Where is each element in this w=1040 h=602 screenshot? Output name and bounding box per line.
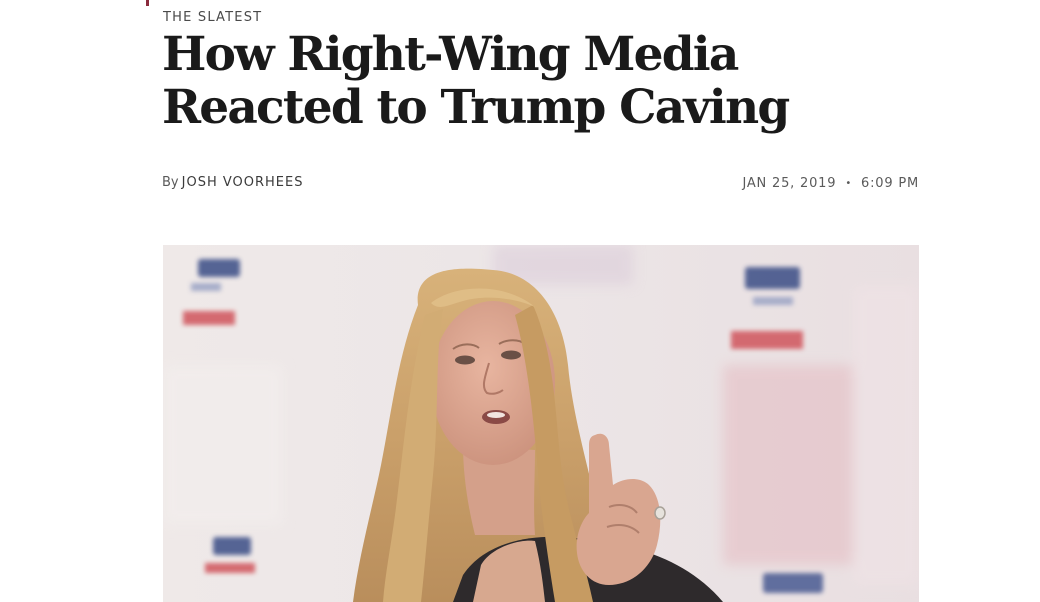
article-page: THE SLATEST How Right-Wing Media Reacted… [0,0,1040,602]
section-accent-bar [146,0,149,6]
byline: By JOSH VOORHEES [162,175,303,190]
section-kicker-link[interactable]: THE SLATEST [163,10,262,25]
article-headline: How Right-Wing Media Reacted to Trump Ca… [162,27,790,135]
publish-dateline: JAN 25, 2019 • 6:09 PM [742,176,919,191]
publish-date: JAN 25, 2019 [742,176,837,191]
lead-image[interactable] [163,245,919,602]
dateline-separator: • [845,178,853,189]
author-link[interactable]: JOSH VOORHEES [182,175,304,190]
byline-prefix: By [162,175,179,190]
publish-time: 6:09 PM [861,176,919,191]
lead-image-illustration [163,245,919,602]
